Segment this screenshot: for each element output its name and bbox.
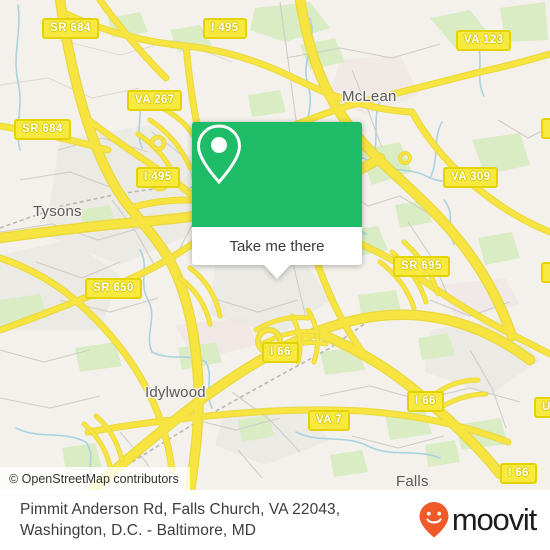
shield-sr-695[interactable]: SR 695	[393, 256, 450, 277]
shield-va-267[interactable]: VA 267	[127, 90, 183, 111]
shield-sr-684-top[interactable]: SR 684	[42, 18, 99, 39]
map-attribution[interactable]: © OpenStreetMap contributors	[0, 467, 190, 490]
take-me-there-label: Take me there	[229, 237, 325, 255]
take-me-there-button[interactable]: Take me there	[192, 227, 362, 265]
moovit-wordmark: moovit	[451, 502, 537, 537]
place-label-idylwood: Idylwood	[145, 384, 206, 401]
popup-image-panel	[192, 122, 362, 227]
shield-edge-right-upper[interactable]	[541, 118, 550, 139]
address-line-2: Washington, D.C. - Baltimore, MD	[20, 522, 257, 539]
shield-sr-684-left[interactable]: SR 684	[14, 119, 71, 140]
map-pin-icon	[196, 124, 242, 185]
attribution-text: © OpenStreetMap contributors	[9, 471, 179, 486]
shield-i-66-right[interactable]: I 66	[407, 391, 444, 412]
shield-edge-right-lower[interactable]	[541, 262, 550, 283]
shield-va-309[interactable]: VA 309	[443, 167, 499, 188]
moovit-smiley-pin-icon	[419, 502, 449, 538]
location-popup[interactable]: Take me there	[192, 122, 362, 279]
shield-i-495-top[interactable]: I 495	[203, 18, 247, 39]
map-screenshot: .rd { fill:none; stroke:#f7e441; stroke-…	[0, 0, 550, 550]
shield-sr-650[interactable]: SR 650	[85, 278, 142, 299]
shield-us-right[interactable]: US	[534, 397, 550, 418]
shield-va-7[interactable]: VA 7	[308, 410, 350, 431]
shield-i-66-bottom[interactable]: I 66	[500, 463, 537, 484]
popup-pointer	[263, 264, 291, 279]
map-canvas[interactable]: .rd { fill:none; stroke:#f7e441; stroke-…	[0, 0, 550, 490]
shield-i-66-mid[interactable]: I 66	[262, 342, 299, 363]
place-label-mclean: McLean	[342, 88, 397, 105]
moovit-logo[interactable]: moovit	[418, 501, 537, 539]
footer-bar: Pimmit Anderson Rd, Falls Church, VA 220…	[0, 490, 550, 550]
address-block: Pimmit Anderson Rd, Falls Church, VA 220…	[20, 499, 340, 541]
address-line-1: Pimmit Anderson Rd, Falls Church, VA 220…	[20, 501, 341, 518]
place-label-falls: Falls	[396, 473, 429, 490]
shield-va-123[interactable]: VA 123	[456, 30, 512, 51]
shield-i-495-mid[interactable]: I 495	[136, 167, 180, 188]
place-label-tysons: Tysons	[33, 203, 82, 220]
